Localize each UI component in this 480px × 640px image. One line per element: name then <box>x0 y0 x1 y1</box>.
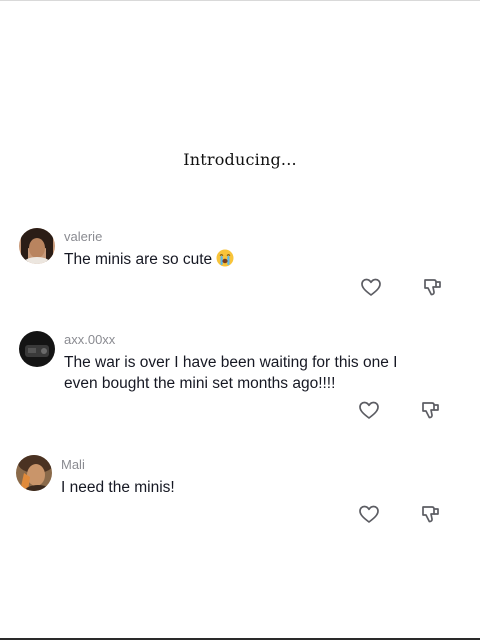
video-caption-headline: Introducing... <box>183 150 297 169</box>
comment-text: The war is over I have been waiting for … <box>64 354 398 392</box>
crying-face-emoji-icon <box>216 249 234 273</box>
comment-text-content: The minis are so cute <box>64 251 213 268</box>
like-heart-icon[interactable] <box>359 275 383 299</box>
comment-text: I need the minis! <box>61 479 175 496</box>
dislike-thumbs-down-icon[interactable] <box>419 398 443 422</box>
comment-username[interactable]: Mali <box>61 457 85 472</box>
like-heart-icon[interactable] <box>357 398 381 422</box>
comment-username[interactable]: valerie <box>64 229 102 244</box>
like-heart-icon[interactable] <box>357 502 381 526</box>
avatar[interactable] <box>16 455 52 491</box>
top-divider <box>0 0 480 1</box>
dislike-thumbs-down-icon[interactable] <box>421 275 445 299</box>
dislike-thumbs-down-icon[interactable] <box>419 502 443 526</box>
avatar[interactable] <box>19 331 55 367</box>
comment-username[interactable]: axx.00xx <box>64 332 115 347</box>
comment-text: The minis are so cute <box>64 249 424 273</box>
avatar[interactable] <box>19 228 55 264</box>
